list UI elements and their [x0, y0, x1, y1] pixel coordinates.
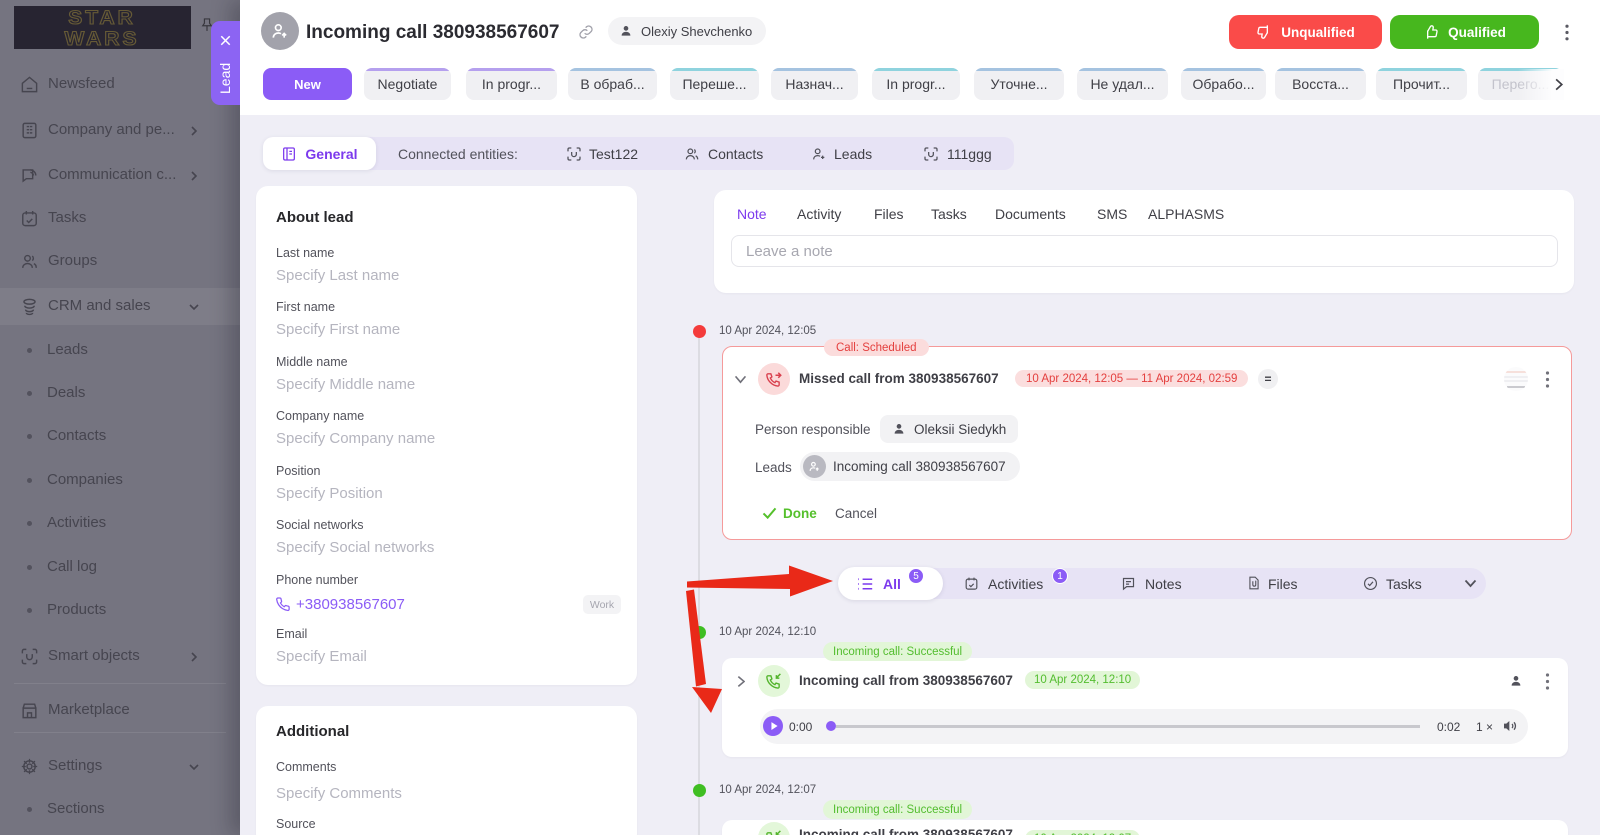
svg-text:WARS: WARS	[65, 29, 140, 49]
svg-text:STAR: STAR	[68, 8, 136, 29]
